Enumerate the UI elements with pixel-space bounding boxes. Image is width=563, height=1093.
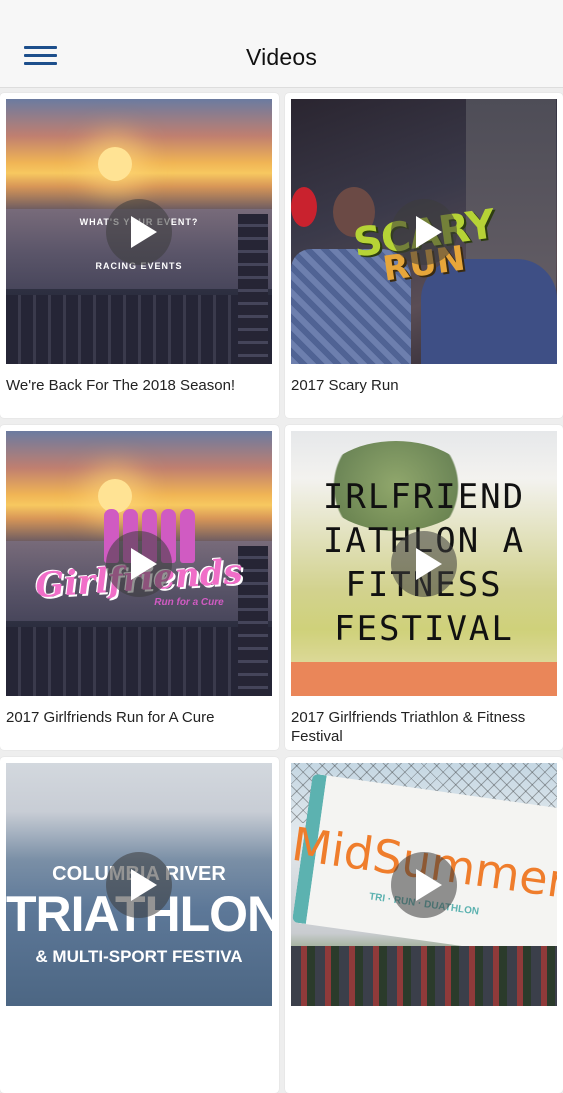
video-thumbnail[interactable]: IRLFRIEND IATHLON A FITNESS FESTIVAL xyxy=(291,431,557,696)
video-thumbnail[interactable]: SCARY RUN xyxy=(291,99,557,364)
video-thumbnail[interactable]: Girlfriends Run for a Cure xyxy=(6,431,272,696)
video-card[interactable]: IRLFRIEND IATHLON A FITNESS FESTIVAL 201… xyxy=(285,425,563,750)
thumbnail-tower xyxy=(238,214,268,364)
video-card[interactable]: COLUMBIA RIVER TRIATHLON & MULTI-SPORT F… xyxy=(0,757,279,1093)
video-card[interactable]: Girlfriends Run for a Cure 2017 Girlfrie… xyxy=(0,425,279,750)
thumbnail-bridge xyxy=(6,295,272,364)
video-thumbnail[interactable]: WHAT'S YOUR EVENT? RACING EVENTS xyxy=(6,99,272,364)
thumbnail-crowd xyxy=(291,946,557,1006)
play-icon[interactable] xyxy=(106,851,172,918)
app-header: Videos xyxy=(0,0,563,88)
event-logo-text: IRLFRIEND xyxy=(322,477,526,517)
play-icon[interactable] xyxy=(391,851,457,918)
video-title: We're Back For The 2018 Season! xyxy=(6,377,236,394)
event-logo-text: Run for a Cure xyxy=(154,597,224,608)
play-icon[interactable] xyxy=(106,198,172,265)
video-title: 2017 Scary Run xyxy=(291,377,399,394)
thumbnail-sun xyxy=(98,147,132,181)
page-title: Videos xyxy=(245,44,318,70)
play-icon[interactable] xyxy=(391,530,457,597)
play-icon[interactable] xyxy=(106,530,172,597)
event-logo-text: FESTIVAL xyxy=(334,609,514,649)
play-icon[interactable] xyxy=(391,198,457,265)
video-card[interactable]: WHAT'S YOUR EVENT? RACING EVENTS We're B… xyxy=(0,93,279,418)
video-card[interactable]: SCARY RUN 2017 Scary Run xyxy=(285,93,563,418)
video-thumbnail[interactable]: COLUMBIA RIVER TRIATHLON & MULTI-SPORT F… xyxy=(6,763,272,1006)
event-logo-text: & MULTI-SPORT FESTIVA xyxy=(35,947,243,966)
video-thumbnail[interactable]: MidSummer TRI · RUN · DUATHLON xyxy=(291,763,557,1006)
thumbnail-sun xyxy=(98,479,132,513)
video-title: 2017 Girlfriends Run for A Cure xyxy=(6,709,215,726)
thumbnail-figure xyxy=(291,187,317,227)
video-card[interactable]: MidSummer TRI · RUN · DUATHLON xyxy=(285,757,563,1093)
thumbnail-bridge xyxy=(6,627,272,696)
video-title: 2017 Girlfriends Triathlon & Fitness Fes… xyxy=(291,709,526,745)
thumbnail-fence xyxy=(291,662,557,696)
